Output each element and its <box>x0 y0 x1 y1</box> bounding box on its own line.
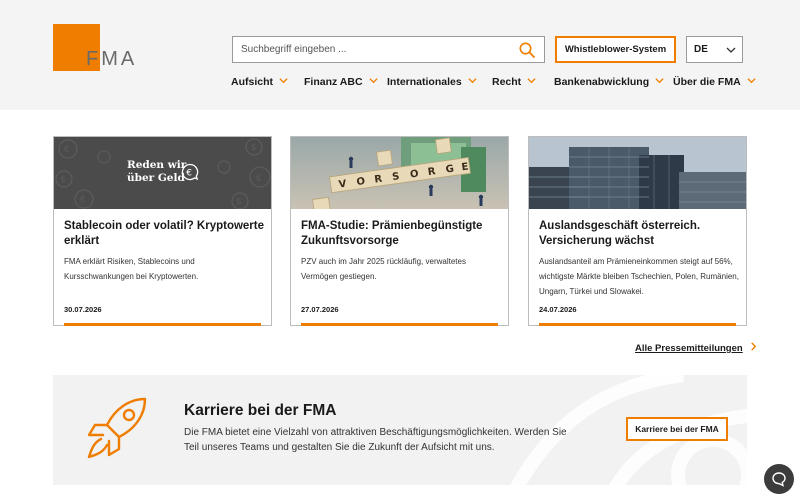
news-card[interactable]: Auslandsgeschäft österreich. Versicherun… <box>528 136 747 326</box>
svg-text:$: $ <box>251 143 257 153</box>
card-text: Auslandsanteil am Prämieneinkommen steig… <box>539 257 739 296</box>
chevron-down-icon <box>527 78 536 84</box>
career-title: Karriere bei der FMA <box>184 402 337 419</box>
chevron-down-icon <box>655 78 664 84</box>
main-navigation: Aufsicht Finanz ABC Internationales Rech… <box>0 76 800 92</box>
card-title: FMA-Studie: Prämienbegünstigte Zukunftsv… <box>301 220 483 247</box>
caption-line: über Geld <box>127 172 185 184</box>
logo-text: FMA <box>86 48 138 70</box>
nav-label: Bankenabwicklung <box>554 76 650 88</box>
card-date: 24.07.2026 <box>539 305 577 314</box>
nav-label: Internationales <box>387 76 462 88</box>
search-icon[interactable] <box>518 41 536 59</box>
euro-speech-icon: € <box>181 163 199 181</box>
rocket-icon <box>87 397 147 459</box>
chat-icon <box>772 472 786 487</box>
card-text: FMA erklärt Risiken, Stablecoins und Kur… <box>64 257 199 281</box>
card-date: 30.07.2026 <box>64 305 102 314</box>
card-image-reden-wir: € $ € $ € $ Reden wir über Geld € <box>54 137 271 209</box>
tile-letter: G <box>445 164 455 176</box>
svg-text:€: € <box>64 145 70 155</box>
news-card[interactable]: VOR SOR GE FMA-Studie: Prämienbegünstigt… <box>290 136 509 326</box>
tile-letter: O <box>356 176 366 188</box>
tile-letter: S <box>392 171 401 183</box>
card-date: 27.07.2026 <box>301 305 339 314</box>
fma-logo[interactable]: FMA <box>53 24 139 72</box>
career-text: Die FMA bietet eine Vielzahl von attrakt… <box>184 427 567 453</box>
svg-text:€: € <box>80 195 86 205</box>
nav-item-aufsicht[interactable]: Aufsicht <box>231 76 288 92</box>
nav-item-recht[interactable]: Recht <box>492 76 536 92</box>
nav-label: Recht <box>492 76 522 88</box>
scrabble-tiles-image: VOR SOR GE <box>291 137 508 209</box>
chat-button[interactable] <box>764 464 794 494</box>
svg-text:$: $ <box>60 175 66 185</box>
nav-label: Finanz ABC <box>304 76 363 88</box>
caption-line: Reden wir <box>127 159 187 171</box>
all-press-releases-link[interactable]: Alle Pressemitteilungen <box>635 342 758 354</box>
nav-item-finanz-abc[interactable]: Finanz ABC <box>304 76 378 92</box>
career-banner: Karriere bei der FMA Die FMA bietet eine… <box>53 375 747 485</box>
office-buildings-image <box>529 137 746 209</box>
nav-item-bankenabwicklung[interactable]: Bankenabwicklung <box>554 76 664 92</box>
card-image-buildings <box>529 137 746 209</box>
svg-text:€: € <box>256 174 262 184</box>
card-title: Stablecoin oder volatil? Kryptowerte erk… <box>64 220 265 247</box>
language-select[interactable]: DE <box>686 36 743 63</box>
tile-letter: O <box>409 169 419 181</box>
chevron-down-icon <box>468 78 477 84</box>
card-accent-bar <box>539 323 736 326</box>
chevron-right-icon <box>750 342 756 351</box>
chevron-down-icon <box>279 78 288 84</box>
search-box <box>232 36 545 63</box>
card-accent-bar <box>64 323 261 326</box>
card-text: PZV auch im Jahr 2025 rückläufig, verwal… <box>301 257 466 281</box>
nav-label: Über die FMA <box>673 76 741 88</box>
svg-text:$: $ <box>236 197 242 207</box>
chevron-down-icon <box>368 78 378 84</box>
nav-item-internationales[interactable]: Internationales <box>387 76 477 92</box>
card-image-vorsorge: VOR SOR GE <box>291 137 508 209</box>
nav-label: Aufsicht <box>231 76 273 88</box>
card-title: Auslandsgeschäft österreich. Versicherun… <box>539 220 701 247</box>
chevron-down-icon <box>747 78 756 84</box>
chevron-down-icon <box>726 47 736 53</box>
all-press-label: Alle Pressemitteilungen <box>635 343 743 354</box>
site-header: FMA Whistleblower-System DE Aufsicht Fin… <box>0 0 800 110</box>
svg-text:€: € <box>186 168 192 178</box>
career-button[interactable]: Karriere bei der FMA <box>626 417 728 441</box>
search-input[interactable] <box>241 37 511 62</box>
nav-item-ueber-die-fma[interactable]: Über die FMA <box>673 76 756 92</box>
news-card[interactable]: € $ € $ € $ Reden wir über Geld € Stablecoin … <box>53 136 272 326</box>
card-accent-bar <box>301 323 498 326</box>
language-value: DE <box>694 44 708 55</box>
whistleblower-button[interactable]: Whistleblower-System <box>555 36 676 63</box>
card-image-caption: Reden wir über Geld <box>127 159 187 185</box>
